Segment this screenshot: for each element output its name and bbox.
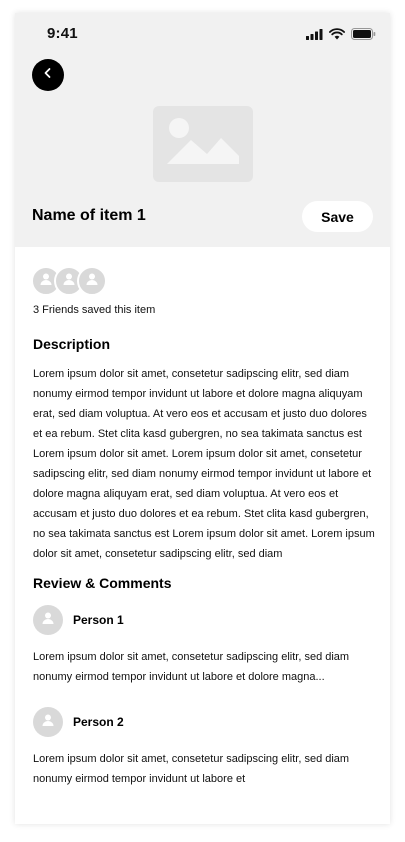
wifi-icon bbox=[329, 27, 345, 45]
item-content: 3 Friends saved this item Description Lo… bbox=[31, 266, 378, 789]
item-image bbox=[153, 106, 253, 182]
avatar[interactable] bbox=[33, 605, 63, 635]
review-item: Person 2 Lorem ipsum dolor sit amet, con… bbox=[33, 707, 378, 789]
review-item: Person 1 Lorem ipsum dolor sit amet, con… bbox=[33, 605, 378, 687]
status-time: 9:41 bbox=[47, 25, 78, 42]
reviews-heading: Review & Comments bbox=[33, 575, 172, 591]
user-icon bbox=[85, 272, 99, 291]
battery-icon bbox=[351, 27, 376, 45]
review-header: Person 1 bbox=[33, 605, 378, 635]
phone-screen: 9:41 Name of item 1 Save 3 Friends saved… bbox=[15, 13, 390, 824]
item-title: Name of item 1 bbox=[32, 207, 146, 224]
review-text: Lorem ipsum dolor sit amet, consetetur s… bbox=[33, 651, 350, 683]
user-icon bbox=[62, 272, 76, 291]
user-icon bbox=[39, 272, 53, 291]
avatar[interactable] bbox=[33, 707, 63, 737]
status-icons bbox=[306, 27, 376, 45]
avatar bbox=[77, 266, 107, 296]
signal-icon bbox=[306, 27, 323, 45]
user-icon bbox=[41, 713, 55, 732]
back-button[interactable] bbox=[32, 59, 64, 91]
image-placeholder-icon bbox=[163, 112, 243, 177]
chevron-left-icon bbox=[42, 66, 54, 84]
description-heading: Description bbox=[33, 336, 111, 352]
reviewer-name[interactable]: Person 2 bbox=[73, 715, 124, 729]
reviewer-name[interactable]: Person 1 bbox=[73, 613, 124, 627]
user-icon bbox=[41, 611, 55, 630]
review-header: Person 2 bbox=[33, 707, 378, 737]
item-header: 9:41 Name of item 1 Save bbox=[15, 13, 390, 247]
description-text: Lorem ipsum dolor sit amet, consetetur s… bbox=[33, 368, 375, 560]
friends-avatars[interactable] bbox=[31, 266, 378, 296]
save-button[interactable]: Save bbox=[302, 201, 373, 232]
friends-saved-text: 3 Friends saved this item bbox=[33, 304, 156, 316]
review-text: Lorem ipsum dolor sit amet, consetetur s… bbox=[33, 753, 350, 785]
